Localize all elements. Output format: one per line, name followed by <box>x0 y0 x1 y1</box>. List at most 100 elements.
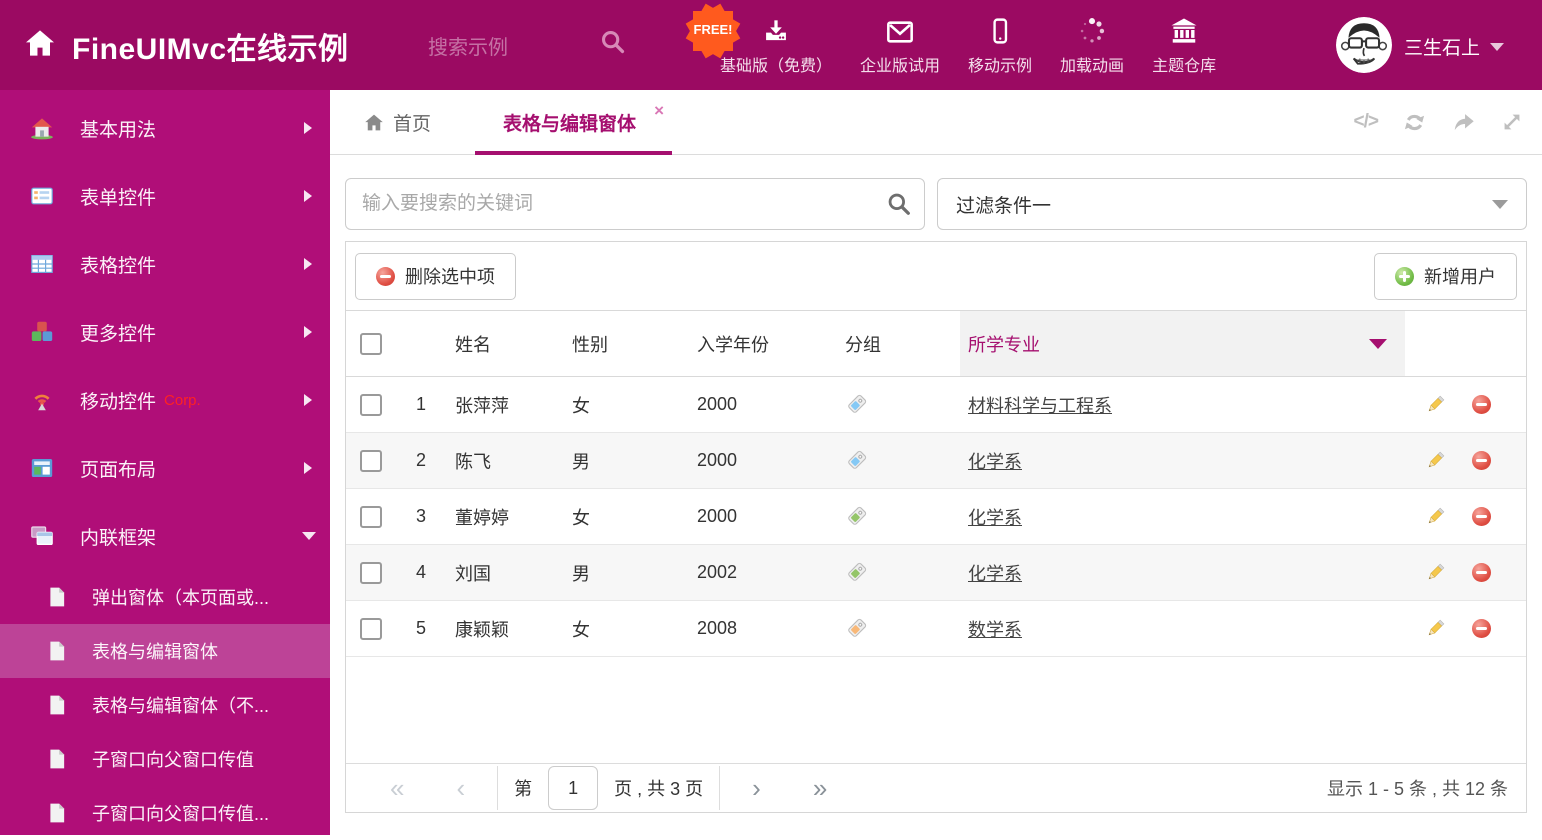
tag-icon <box>845 394 867 416</box>
tab-home[interactable]: 首页 <box>364 109 431 136</box>
column-header-name: 姓名 <box>455 334 491 355</box>
row-checkbox[interactable] <box>360 617 382 640</box>
grid-icon <box>30 252 54 276</box>
nav-item-loading-animation[interactable]: 加载动画 <box>1046 15 1138 76</box>
sidebar-subitem-child-to-parent-2[interactable]: 子窗口向父窗口传值... <box>0 786 330 840</box>
header-search-input[interactable]: 搜索示例 <box>428 31 508 60</box>
chevron-down-icon <box>1492 199 1508 209</box>
sidebar-subitem-label: 表格与编辑窗体 <box>92 642 218 662</box>
page-icon <box>46 802 68 824</box>
delete-button-label: 删除选中项 <box>405 267 495 287</box>
last-page-button[interactable] <box>813 775 827 801</box>
keyword-search-input[interactable] <box>345 178 925 230</box>
delete-icon[interactable] <box>1472 619 1491 638</box>
first-page-button[interactable] <box>390 775 404 801</box>
delete-icon[interactable] <box>1472 451 1491 470</box>
nav-label: 基础版（免费） <box>720 57 833 75</box>
column-header-group: 分组 <box>845 334 881 355</box>
edit-pencil-icon[interactable] <box>1425 450 1446 471</box>
sidebar-subitem-popup-window[interactable]: 弹出窗体（本页面或... <box>0 570 330 624</box>
sidebar-item-more-controls[interactable]: 更多控件 <box>0 298 330 366</box>
add-user-button[interactable]: 新增用户 <box>1374 252 1517 300</box>
bank-icon <box>1169 15 1199 45</box>
chevron-down-icon <box>1369 338 1387 349</box>
home-icon[interactable] <box>24 28 56 58</box>
cell-name: 董婷婷 <box>455 507 509 528</box>
page-icon <box>46 586 68 608</box>
edit-pencil-icon[interactable] <box>1425 394 1446 415</box>
select-all-checkbox[interactable] <box>360 332 382 355</box>
sidebar-subitem-label: 弹出窗体（本页面或... <box>92 588 270 608</box>
home-icon <box>365 114 383 130</box>
nav-item-enterprise-trial[interactable]: 企业版试用 <box>846 15 954 76</box>
sidebar-item-mobile-controls[interactable]: 移动控件 Corp. <box>0 366 330 434</box>
table-row: 2 陈飞 男 2000 化学系 <box>346 433 1526 489</box>
tab-grid-edit-window[interactable]: 表格与编辑窗体 <box>475 90 673 155</box>
next-page-button[interactable] <box>752 775 761 801</box>
source-code-icon[interactable] <box>1354 111 1378 133</box>
edit-pencil-icon[interactable] <box>1425 562 1446 583</box>
delete-icon[interactable] <box>1472 395 1491 414</box>
major-link[interactable]: 材料科学与工程系 <box>968 392 1112 418</box>
sidebar-item-page-layout[interactable]: 页面布局 <box>0 434 330 502</box>
user-menu[interactable]: 三生石上 <box>1404 33 1505 60</box>
nav-item-mobile-demo[interactable]: 移动示例 <box>954 15 1046 76</box>
tag-icon <box>845 618 867 640</box>
cell-year: 2008 <box>697 618 738 638</box>
tab-toolbar <box>1354 90 1524 154</box>
chevron-right-icon <box>304 462 312 474</box>
cell-gender: 女 <box>572 619 590 640</box>
cell-name: 陈飞 <box>455 451 491 472</box>
nav-item-theme-repo[interactable]: 主题仓库 <box>1138 15 1230 76</box>
close-icon[interactable] <box>654 102 664 119</box>
prev-page-button[interactable] <box>456 775 465 801</box>
major-link[interactable]: 化学系 <box>968 560 1022 586</box>
page-icon <box>46 748 68 770</box>
cell-index: 2 <box>416 450 427 470</box>
cell-gender: 女 <box>572 507 590 528</box>
sidebar-subitem-grid-edit-window[interactable]: 表格与编辑窗体 <box>0 624 330 678</box>
column-header-actions <box>1405 311 1526 376</box>
search-icon[interactable] <box>887 192 911 216</box>
sidebar-item-inline-frame[interactable]: 内联框架 <box>0 502 330 570</box>
sidebar-item-basic-usage[interactable]: 基本用法 <box>0 94 330 162</box>
user-avatar[interactable] <box>1336 17 1392 73</box>
refresh-icon[interactable] <box>1402 110 1427 135</box>
nav-item-basic-edition[interactable]: 基础版（免费） <box>706 15 846 76</box>
cell-gender: 男 <box>572 563 590 584</box>
tag-icon <box>845 450 867 472</box>
plus-circle-icon <box>1395 266 1414 286</box>
sidebar-item-form-controls[interactable]: 表单控件 <box>0 162 330 230</box>
sidebar-subitem-grid-edit-window-2[interactable]: 表格与编辑窗体（不... <box>0 678 330 732</box>
tab-bar: 首页 表格与编辑窗体 <box>330 90 1542 155</box>
edit-pencil-icon[interactable] <box>1425 506 1446 527</box>
expand-icon[interactable] <box>1500 110 1524 134</box>
search-icon[interactable] <box>600 29 626 55</box>
page-number-input[interactable] <box>548 766 599 810</box>
delete-icon[interactable] <box>1472 563 1491 582</box>
major-link[interactable]: 化学系 <box>968 448 1022 474</box>
row-checkbox[interactable] <box>360 561 382 584</box>
sidebar-subitem-label: 子窗口向父窗口传值 <box>92 750 254 770</box>
filter-dropdown[interactable]: 过滤条件一 <box>937 178 1527 230</box>
row-checkbox[interactable] <box>360 449 382 472</box>
edit-pencil-icon[interactable] <box>1425 618 1446 639</box>
delete-icon[interactable] <box>1472 507 1491 526</box>
cell-index: 3 <box>416 506 427 526</box>
cell-year: 2002 <box>697 562 738 582</box>
major-link[interactable]: 数学系 <box>968 616 1022 642</box>
delete-selected-button[interactable]: 删除选中项 <box>355 252 516 300</box>
cell-name: 康颖颖 <box>455 619 509 640</box>
pagination-summary: 显示 1 - 5 条 , 共 12 条 <box>1326 779 1508 799</box>
filter-row: 过滤条件一 <box>345 178 1527 230</box>
row-checkbox[interactable] <box>360 393 382 416</box>
keyword-search-box <box>345 178 925 230</box>
sidebar-subitem-child-to-parent[interactable]: 子窗口向父窗口传值 <box>0 732 330 786</box>
column-header-major[interactable]: 所学专业 <box>960 311 1405 376</box>
sidebar-item-label: 移动控件 <box>80 391 157 413</box>
sidebar-subitem-label: 表格与编辑窗体（不... <box>92 696 270 716</box>
major-link[interactable]: 化学系 <box>968 504 1022 530</box>
row-checkbox[interactable] <box>360 505 382 528</box>
share-icon[interactable] <box>1451 110 1476 135</box>
sidebar-item-grid-controls[interactable]: 表格控件 <box>0 230 330 298</box>
